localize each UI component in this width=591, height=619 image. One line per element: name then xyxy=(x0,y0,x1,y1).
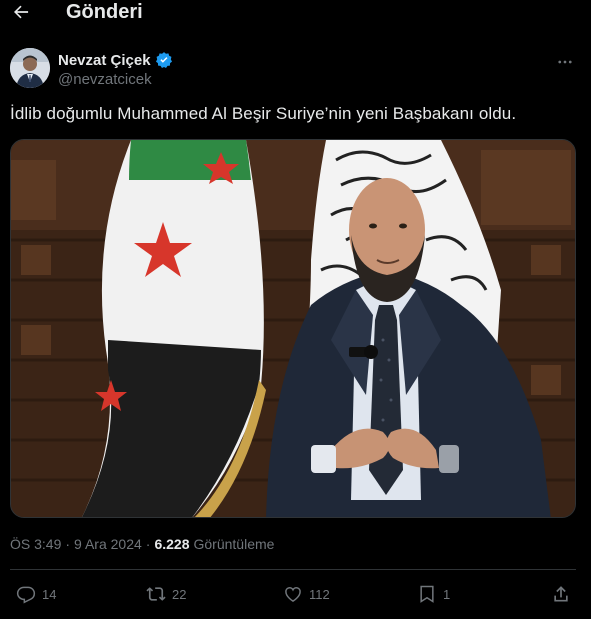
meta-separator: · xyxy=(65,536,71,552)
tweet-text: İdlib doğumlu Muhammed Al Beşir Suriye’n… xyxy=(10,104,517,123)
more-horizontal-icon xyxy=(558,60,572,64)
reply-count: 14 xyxy=(42,586,57,602)
heart-icon xyxy=(285,587,301,602)
divider xyxy=(10,569,576,570)
repost-button[interactable]: 22 xyxy=(146,584,186,604)
like-count: 112 xyxy=(309,586,330,602)
top-bar: Gönderi xyxy=(0,0,591,24)
share-icon xyxy=(554,586,568,602)
like-button[interactable]: 112 xyxy=(283,584,330,604)
bookmark-icon xyxy=(420,585,434,603)
tweet-actions: 14 22 112 1 xyxy=(10,572,576,618)
views-count: 6.228 xyxy=(154,536,190,552)
bookmark-button[interactable]: 1 xyxy=(417,584,450,604)
share-button[interactable] xyxy=(551,584,571,604)
reply-button[interactable]: 14 xyxy=(16,584,56,604)
verified-badge-icon xyxy=(155,52,172,68)
tweet-meta: ÖS 3:49 · 9 Ara 2024 · 6.228 Görüntüleme xyxy=(10,536,274,552)
reply-icon xyxy=(16,586,36,604)
page-title: Gönderi xyxy=(66,1,143,23)
author-handle[interactable]: @nevzatcicek xyxy=(58,71,152,88)
tweet-time[interactable]: ÖS 3:49 xyxy=(10,536,61,552)
views-label: Görüntüleme xyxy=(193,536,275,552)
back-button[interactable] xyxy=(10,1,32,23)
bookmark-count: 1 xyxy=(443,586,451,602)
tweet-media-image[interactable] xyxy=(10,139,576,518)
avatar-photo xyxy=(10,48,50,88)
author-display-name[interactable]: Nevzat Çiçek xyxy=(58,52,151,69)
meta-separator: · xyxy=(145,536,151,552)
photo-illustration xyxy=(11,140,575,517)
repost-count: 22 xyxy=(172,586,187,602)
repost-icon xyxy=(146,587,166,601)
tweet-author: Nevzat Çiçek @nevzatcicek xyxy=(10,46,581,92)
tweet-date[interactable]: 9 Ara 2024 xyxy=(74,536,142,552)
arrow-left-icon xyxy=(14,5,29,19)
avatar[interactable] xyxy=(10,48,50,88)
more-options-button[interactable] xyxy=(555,52,575,72)
